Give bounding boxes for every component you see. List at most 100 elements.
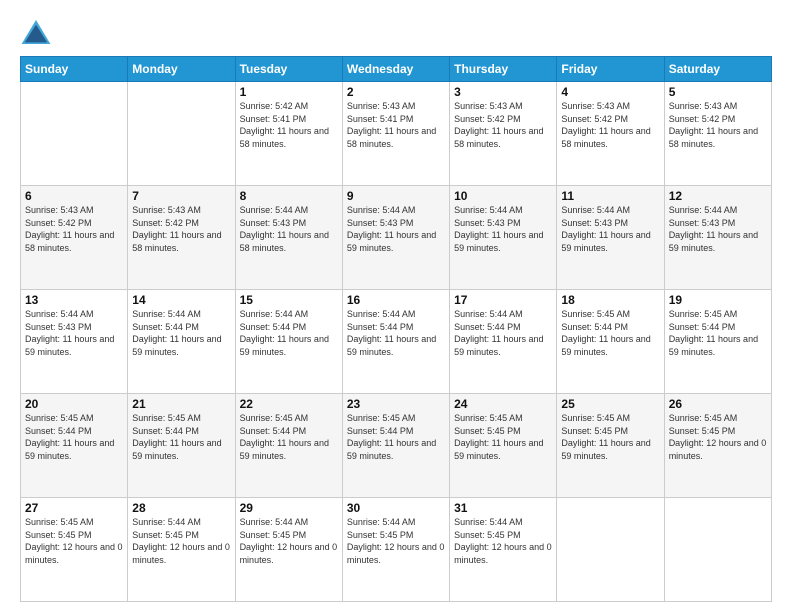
calendar-cell: 28 Sunrise: 5:44 AMSunset: 5:45 PMDaylig… <box>128 498 235 602</box>
cell-day-number: 28 <box>132 501 230 515</box>
calendar-cell: 30 Sunrise: 5:44 AMSunset: 5:45 PMDaylig… <box>342 498 449 602</box>
cell-day-number: 16 <box>347 293 445 307</box>
calendar-cell: 23 Sunrise: 5:45 AMSunset: 5:44 PMDaylig… <box>342 394 449 498</box>
cell-day-number: 9 <box>347 189 445 203</box>
calendar-cell: 7 Sunrise: 5:43 AMSunset: 5:42 PMDayligh… <box>128 186 235 290</box>
calendar-cell: 5 Sunrise: 5:43 AMSunset: 5:42 PMDayligh… <box>664 82 771 186</box>
cell-day-number: 5 <box>669 85 767 99</box>
calendar-cell: 21 Sunrise: 5:45 AMSunset: 5:44 PMDaylig… <box>128 394 235 498</box>
logo <box>20 18 56 46</box>
cell-day-number: 24 <box>454 397 552 411</box>
cell-info: Sunrise: 5:44 AMSunset: 5:43 PMDaylight:… <box>347 205 436 253</box>
cell-info: Sunrise: 5:45 AMSunset: 5:44 PMDaylight:… <box>240 413 329 461</box>
day-header-wednesday: Wednesday <box>342 57 449 82</box>
cell-info: Sunrise: 5:43 AMSunset: 5:42 PMDaylight:… <box>561 101 650 149</box>
cell-day-number: 21 <box>132 397 230 411</box>
cell-day-number: 17 <box>454 293 552 307</box>
calendar-cell: 29 Sunrise: 5:44 AMSunset: 5:45 PMDaylig… <box>235 498 342 602</box>
cell-info: Sunrise: 5:45 AMSunset: 5:44 PMDaylight:… <box>25 413 114 461</box>
calendar-cell: 13 Sunrise: 5:44 AMSunset: 5:43 PMDaylig… <box>21 290 128 394</box>
cell-info: Sunrise: 5:44 AMSunset: 5:43 PMDaylight:… <box>240 205 329 253</box>
cell-day-number: 13 <box>25 293 123 307</box>
cell-info: Sunrise: 5:45 AMSunset: 5:45 PMDaylight:… <box>454 413 543 461</box>
calendar-cell: 31 Sunrise: 5:44 AMSunset: 5:45 PMDaylig… <box>450 498 557 602</box>
calendar-week-2: 6 Sunrise: 5:43 AMSunset: 5:42 PMDayligh… <box>21 186 772 290</box>
calendar-cell <box>664 498 771 602</box>
day-header-tuesday: Tuesday <box>235 57 342 82</box>
cell-day-number: 7 <box>132 189 230 203</box>
cell-info: Sunrise: 5:44 AMSunset: 5:43 PMDaylight:… <box>561 205 650 253</box>
cell-day-number: 8 <box>240 189 338 203</box>
cell-day-number: 1 <box>240 85 338 99</box>
cell-info: Sunrise: 5:44 AMSunset: 5:45 PMDaylight:… <box>347 517 445 565</box>
day-header-sunday: Sunday <box>21 57 128 82</box>
cell-day-number: 27 <box>25 501 123 515</box>
cell-day-number: 14 <box>132 293 230 307</box>
calendar-cell: 27 Sunrise: 5:45 AMSunset: 5:45 PMDaylig… <box>21 498 128 602</box>
calendar-cell: 2 Sunrise: 5:43 AMSunset: 5:41 PMDayligh… <box>342 82 449 186</box>
cell-info: Sunrise: 5:44 AMSunset: 5:45 PMDaylight:… <box>132 517 230 565</box>
calendar-week-1: 1 Sunrise: 5:42 AMSunset: 5:41 PMDayligh… <box>21 82 772 186</box>
cell-info: Sunrise: 5:42 AMSunset: 5:41 PMDaylight:… <box>240 101 329 149</box>
cell-info: Sunrise: 5:44 AMSunset: 5:44 PMDaylight:… <box>347 309 436 357</box>
cell-day-number: 23 <box>347 397 445 411</box>
cell-info: Sunrise: 5:44 AMSunset: 5:45 PMDaylight:… <box>454 517 552 565</box>
cell-info: Sunrise: 5:45 AMSunset: 5:45 PMDaylight:… <box>25 517 123 565</box>
cell-info: Sunrise: 5:43 AMSunset: 5:41 PMDaylight:… <box>347 101 436 149</box>
cell-info: Sunrise: 5:43 AMSunset: 5:42 PMDaylight:… <box>454 101 543 149</box>
calendar-cell: 9 Sunrise: 5:44 AMSunset: 5:43 PMDayligh… <box>342 186 449 290</box>
cell-day-number: 11 <box>561 189 659 203</box>
calendar-table: SundayMondayTuesdayWednesdayThursdayFrid… <box>20 56 772 602</box>
calendar-header-row: SundayMondayTuesdayWednesdayThursdayFrid… <box>21 57 772 82</box>
day-header-thursday: Thursday <box>450 57 557 82</box>
cell-day-number: 31 <box>454 501 552 515</box>
cell-info: Sunrise: 5:44 AMSunset: 5:45 PMDaylight:… <box>240 517 338 565</box>
cell-info: Sunrise: 5:44 AMSunset: 5:44 PMDaylight:… <box>132 309 221 357</box>
cell-day-number: 2 <box>347 85 445 99</box>
cell-day-number: 6 <box>25 189 123 203</box>
day-header-saturday: Saturday <box>664 57 771 82</box>
cell-day-number: 12 <box>669 189 767 203</box>
cell-day-number: 29 <box>240 501 338 515</box>
cell-info: Sunrise: 5:45 AMSunset: 5:44 PMDaylight:… <box>561 309 650 357</box>
cell-info: Sunrise: 5:45 AMSunset: 5:44 PMDaylight:… <box>669 309 758 357</box>
calendar-cell: 1 Sunrise: 5:42 AMSunset: 5:41 PMDayligh… <box>235 82 342 186</box>
cell-day-number: 19 <box>669 293 767 307</box>
calendar-cell: 24 Sunrise: 5:45 AMSunset: 5:45 PMDaylig… <box>450 394 557 498</box>
cell-info: Sunrise: 5:45 AMSunset: 5:44 PMDaylight:… <box>132 413 221 461</box>
cell-info: Sunrise: 5:43 AMSunset: 5:42 PMDaylight:… <box>25 205 114 253</box>
calendar-cell: 19 Sunrise: 5:45 AMSunset: 5:44 PMDaylig… <box>664 290 771 394</box>
calendar-cell: 3 Sunrise: 5:43 AMSunset: 5:42 PMDayligh… <box>450 82 557 186</box>
logo-icon <box>20 18 52 46</box>
cell-info: Sunrise: 5:44 AMSunset: 5:43 PMDaylight:… <box>25 309 114 357</box>
calendar-cell: 12 Sunrise: 5:44 AMSunset: 5:43 PMDaylig… <box>664 186 771 290</box>
cell-info: Sunrise: 5:44 AMSunset: 5:44 PMDaylight:… <box>240 309 329 357</box>
calendar-cell <box>557 498 664 602</box>
calendar-cell: 14 Sunrise: 5:44 AMSunset: 5:44 PMDaylig… <box>128 290 235 394</box>
day-header-monday: Monday <box>128 57 235 82</box>
calendar-cell: 15 Sunrise: 5:44 AMSunset: 5:44 PMDaylig… <box>235 290 342 394</box>
calendar-week-4: 20 Sunrise: 5:45 AMSunset: 5:44 PMDaylig… <box>21 394 772 498</box>
day-header-friday: Friday <box>557 57 664 82</box>
calendar-cell: 4 Sunrise: 5:43 AMSunset: 5:42 PMDayligh… <box>557 82 664 186</box>
calendar-cell: 18 Sunrise: 5:45 AMSunset: 5:44 PMDaylig… <box>557 290 664 394</box>
calendar-cell: 8 Sunrise: 5:44 AMSunset: 5:43 PMDayligh… <box>235 186 342 290</box>
cell-info: Sunrise: 5:43 AMSunset: 5:42 PMDaylight:… <box>132 205 221 253</box>
cell-day-number: 20 <box>25 397 123 411</box>
calendar-cell: 6 Sunrise: 5:43 AMSunset: 5:42 PMDayligh… <box>21 186 128 290</box>
cell-info: Sunrise: 5:44 AMSunset: 5:43 PMDaylight:… <box>454 205 543 253</box>
cell-day-number: 18 <box>561 293 659 307</box>
cell-day-number: 22 <box>240 397 338 411</box>
cell-info: Sunrise: 5:45 AMSunset: 5:45 PMDaylight:… <box>669 413 767 461</box>
calendar-cell: 11 Sunrise: 5:44 AMSunset: 5:43 PMDaylig… <box>557 186 664 290</box>
cell-info: Sunrise: 5:45 AMSunset: 5:44 PMDaylight:… <box>347 413 436 461</box>
cell-info: Sunrise: 5:44 AMSunset: 5:44 PMDaylight:… <box>454 309 543 357</box>
cell-day-number: 4 <box>561 85 659 99</box>
calendar-cell: 26 Sunrise: 5:45 AMSunset: 5:45 PMDaylig… <box>664 394 771 498</box>
cell-day-number: 30 <box>347 501 445 515</box>
calendar-week-3: 13 Sunrise: 5:44 AMSunset: 5:43 PMDaylig… <box>21 290 772 394</box>
cell-day-number: 26 <box>669 397 767 411</box>
page: SundayMondayTuesdayWednesdayThursdayFrid… <box>0 0 792 612</box>
calendar-cell: 22 Sunrise: 5:45 AMSunset: 5:44 PMDaylig… <box>235 394 342 498</box>
cell-info: Sunrise: 5:45 AMSunset: 5:45 PMDaylight:… <box>561 413 650 461</box>
